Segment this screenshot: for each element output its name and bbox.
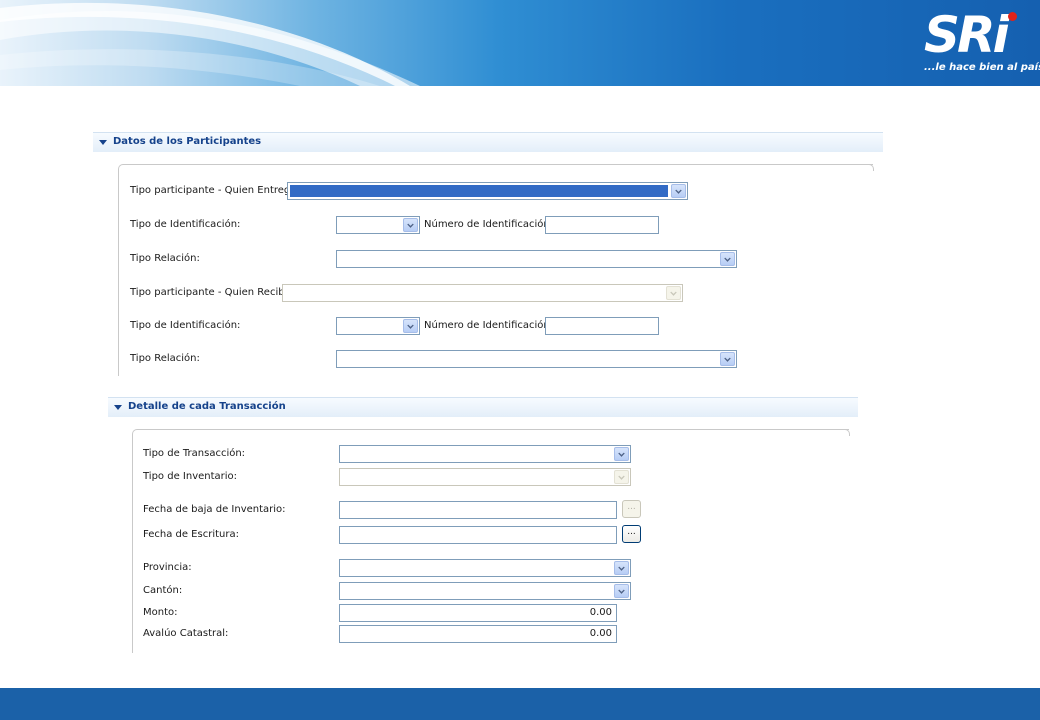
chevron-down-icon [670,289,677,296]
logo-tagline: ...le hace bien al país! [924,62,1040,73]
label-provincia: Provincia: [143,562,192,573]
label-monto: Monto: [143,607,178,618]
section-title-transaccion: Detalle de cada Transacción [128,401,286,412]
label-entrega-tipo: Tipo participante - Quien Entrega: [130,185,300,196]
chevron-down-icon [618,564,625,571]
label-entrega-relacion: Tipo Relación: [130,253,200,264]
canton-select[interactable] [339,582,631,600]
entrega-tipo-id-select[interactable] [336,216,420,234]
chevron-down-icon [724,355,731,362]
chevron-down-icon [407,221,414,228]
header-banner: SRi ...le hace bien al país! [0,0,1040,86]
label-entrega-tipo-id: Tipo de Identificación: [130,219,241,230]
chevron-down-icon [675,187,682,194]
selected-highlight [290,185,668,197]
fecha-escritura-picker-button[interactable]: ... [622,525,641,543]
fecha-baja-picker-button[interactable]: ... [622,500,641,518]
label-tipo-inventario: Tipo de Inventario: [143,471,238,482]
monto-input[interactable]: 0.00 [339,604,617,622]
banner-swoosh [0,2,420,86]
recibe-relacion-select[interactable] [336,350,737,368]
label-tipo-transaccion: Tipo de Transacción: [143,448,246,459]
chevron-down-icon [724,255,731,262]
tipo-transaccion-select[interactable] [339,445,631,463]
section-title-participantes: Datos de los Participantes [113,136,262,147]
label-fecha-escritura: Fecha de Escritura: [143,529,239,540]
recibe-num-id-input[interactable] [545,317,659,335]
label-recibe-num-id: Número de Identificación: [424,320,554,331]
label-canton: Cantón: [143,585,183,596]
tipo-inventario-select[interactable] [339,468,631,486]
chevron-down-icon [618,450,625,457]
triangle-down-icon[interactable] [114,405,122,410]
triangle-down-icon[interactable] [99,140,107,145]
chevron-down-icon [407,322,414,329]
recibe-tipo-select[interactable] [282,284,683,302]
label-avaluo: Avalúo Catastral: [143,628,229,639]
dropdown-button[interactable] [720,252,735,266]
dropdown-button[interactable] [720,352,735,366]
dropdown-button[interactable] [403,218,418,232]
label-recibe-tipo: Tipo participante - Quien Recibe: [130,287,295,298]
dropdown-button[interactable] [671,184,686,198]
label-entrega-num-id: Número de Identificación: [424,219,554,230]
recibe-tipo-id-select[interactable] [336,317,420,335]
label-fecha-baja: Fecha de baja de Inventario: [143,504,286,515]
label-recibe-tipo-id: Tipo de Identificación: [130,320,241,331]
section-header-transaccion[interactable]: Detalle de cada Transacción [108,397,858,417]
fecha-baja-input[interactable] [339,501,617,519]
chevron-down-icon [618,473,625,480]
dropdown-button[interactable] [403,319,418,333]
chevron-down-icon [618,587,625,594]
sri-logo: SRi ...le hace bien al país! [922,6,1040,80]
fecha-escritura-input[interactable] [339,526,617,544]
logo-text: SRi [924,6,1010,64]
dropdown-button[interactable] [614,447,629,461]
logo-dot [1008,12,1017,21]
entrega-tipo-select[interactable] [287,182,688,200]
entrega-num-id-input[interactable] [545,216,659,234]
label-recibe-relacion: Tipo Relación: [130,353,200,364]
dropdown-button[interactable] [614,470,629,484]
footer-bar [0,688,1040,720]
dropdown-button[interactable] [666,286,681,300]
section-header-participantes[interactable]: Datos de los Participantes [93,132,883,152]
provincia-select[interactable] [339,559,631,577]
entrega-relacion-select[interactable] [336,250,737,268]
dropdown-button[interactable] [614,584,629,598]
avaluo-input[interactable]: 0.00 [339,625,617,643]
dropdown-button[interactable] [614,561,629,575]
